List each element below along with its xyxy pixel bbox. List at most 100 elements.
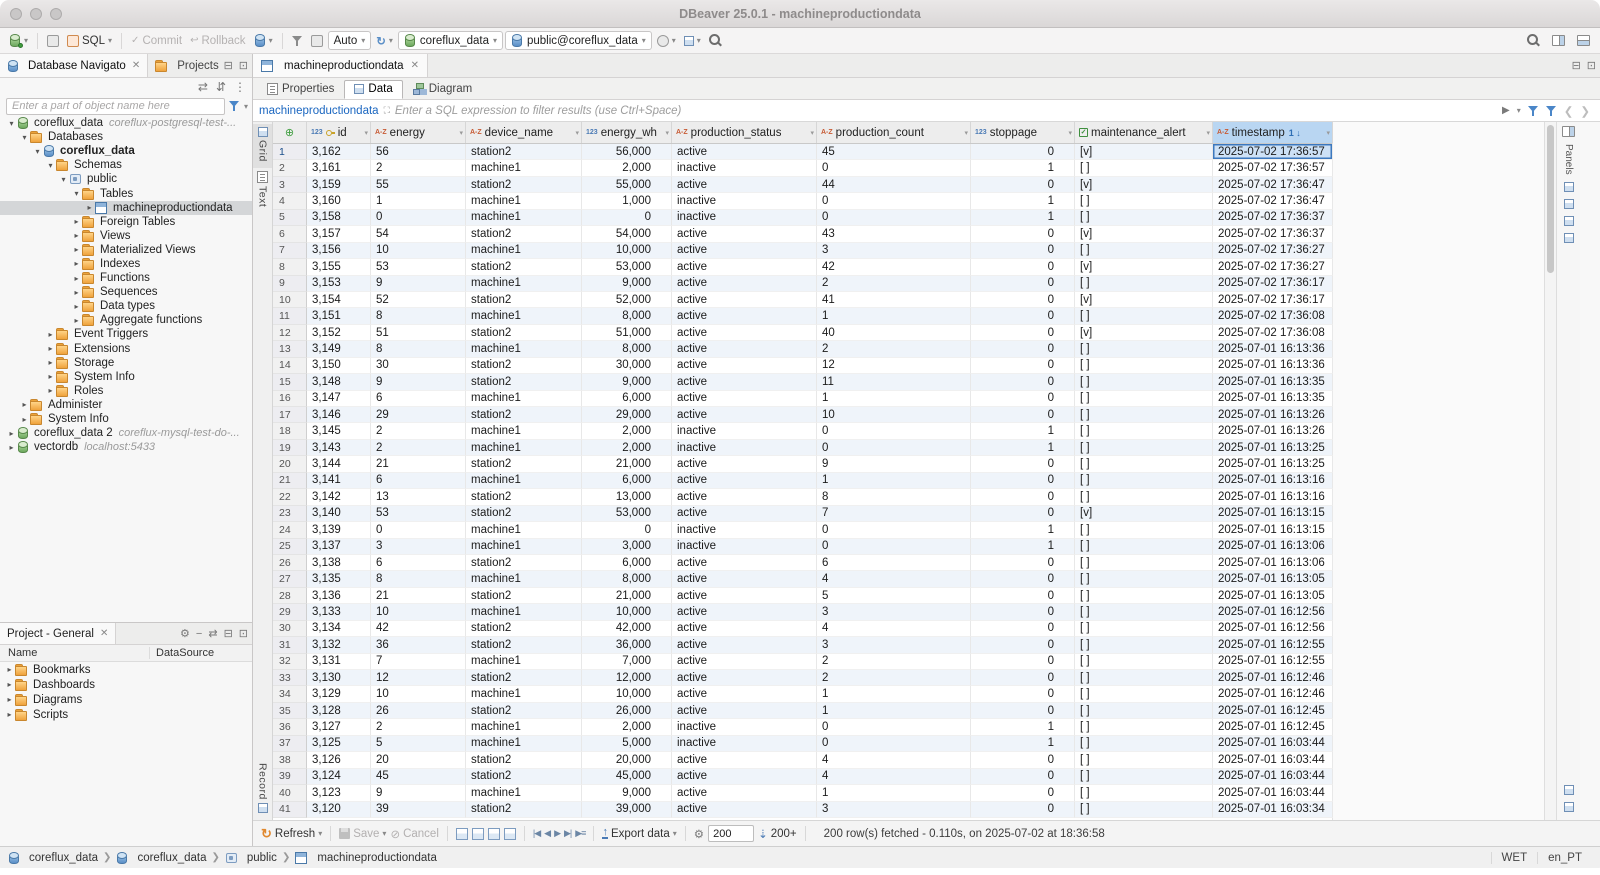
forward-icon[interactable]: ❯ <box>1580 104 1590 118</box>
cell-maintenance_alert[interactable]: [ ] <box>1075 160 1213 177</box>
cell-production_status[interactable]: inactive <box>672 439 817 457</box>
tree-item-functions[interactable]: ▸ Functions <box>0 271 252 285</box>
cell-energy_wh[interactable]: 6,000 <box>582 554 672 572</box>
cell-stoppage[interactable]: 1 <box>971 522 1075 539</box>
tree-expand-arrow-icon[interactable]: ▸ <box>4 680 15 689</box>
column-header-energy[interactable]: A-Z energy ▾ <box>371 122 466 143</box>
tree-item-event-triggers[interactable]: ▸ Event Triggers <box>0 327 252 341</box>
cell-production_status[interactable]: active <box>672 653 817 670</box>
expand-filter-icon[interactable]: ⛶ <box>384 105 390 116</box>
minimize-view-icon[interactable]: ⊟ <box>1572 59 1581 72</box>
cell-timestamp[interactable]: 2025-07-01 16:13:35 <box>1213 390 1333 407</box>
cell-energy[interactable]: 5 <box>371 735 466 753</box>
cell-timestamp[interactable]: 2025-07-01 16:13:35 <box>1213 374 1333 391</box>
row-number[interactable]: 39 <box>273 768 307 786</box>
cell-timestamp[interactable]: 2025-07-01 16:13:05 <box>1213 571 1333 588</box>
tab-data[interactable]: Data <box>344 80 403 99</box>
cell-production_status[interactable]: active <box>672 242 817 260</box>
cell-energy[interactable]: 8 <box>371 341 466 358</box>
cell-device_name[interactable]: machine1 <box>466 653 582 670</box>
cell-energy[interactable]: 8 <box>371 308 466 325</box>
cell-timestamp[interactable]: 2025-07-01 16:13:05 <box>1213 587 1333 605</box>
cell-timestamp[interactable]: 2025-07-01 16:13:06 <box>1213 554 1333 572</box>
cell-stoppage[interactable]: 0 <box>971 226 1075 243</box>
cell-maintenance_alert[interactable]: [ ] <box>1075 242 1213 260</box>
column-header-production_status[interactable]: A-Z production_status ▾ <box>672 122 817 143</box>
cell-stoppage[interactable]: 0 <box>971 291 1075 309</box>
cell-energy_wh[interactable]: 53,000 <box>582 505 672 523</box>
breadcrumb-item-public[interactable]: public <box>225 852 277 864</box>
cell-production_status[interactable]: active <box>672 554 817 572</box>
cell-device_name[interactable]: station2 <box>466 768 582 786</box>
tree-item-views[interactable]: ▸ Views <box>0 229 252 243</box>
cell-device_name[interactable]: station2 <box>466 407 582 424</box>
cell-stoppage[interactable]: 0 <box>971 686 1075 703</box>
tree-expand-arrow-icon[interactable]: ▸ <box>19 400 30 409</box>
cell-energy_wh[interactable]: 2,000 <box>582 160 672 177</box>
cell-energy[interactable]: 0 <box>371 209 466 227</box>
cell-production_status[interactable]: inactive <box>672 522 817 539</box>
cell-timestamp[interactable]: 2025-07-01 16:12:56 <box>1213 620 1333 638</box>
cell-device_name[interactable]: machine1 <box>466 719 582 736</box>
tree-item-aggregate-functions[interactable]: ▸ Aggregate functions <box>0 313 252 327</box>
cell-energy_wh[interactable]: 9,000 <box>582 374 672 391</box>
cell-energy_wh[interactable]: 21,000 <box>582 456 672 473</box>
cell-production_status[interactable]: active <box>672 620 817 638</box>
commit-mode-combo[interactable]: Auto ▾ <box>327 31 372 50</box>
row-number[interactable]: 24 <box>273 522 307 539</box>
cell-maintenance_alert[interactable]: [v] <box>1075 259 1213 276</box>
cell-energy_wh[interactable]: 13,000 <box>582 489 672 506</box>
cell-energy_wh[interactable]: 8,000 <box>582 308 672 325</box>
row-number[interactable]: 3 <box>273 176 307 194</box>
cell-device_name[interactable]: station2 <box>466 752 582 769</box>
cell-production_count[interactable]: 40 <box>817 324 971 342</box>
row-number[interactable]: 15 <box>273 374 307 391</box>
minimize-window-button[interactable] <box>30 7 42 20</box>
cell-energy[interactable]: 45 <box>371 768 466 786</box>
cell-stoppage[interactable]: 0 <box>971 702 1075 720</box>
cell-production_count[interactable]: 4 <box>817 571 971 588</box>
cell-production_count[interactable]: 0 <box>817 522 971 539</box>
maximize-view-icon[interactable]: ⊡ <box>239 627 248 640</box>
cell-production_count[interactable]: 0 <box>817 160 971 177</box>
tree-expand-arrow-icon[interactable]: ▸ <box>45 386 56 395</box>
cell-production_count[interactable]: 1 <box>817 308 971 325</box>
cell-energy[interactable]: 3 <box>371 538 466 555</box>
row-number[interactable]: 13 <box>273 341 307 358</box>
cell-stoppage[interactable]: 0 <box>971 587 1075 605</box>
cell-id[interactable]: 3,123 <box>307 785 371 802</box>
minimize-view-icon[interactable]: ⊟ <box>224 627 233 640</box>
grid-corner-button[interactable]: ⊕ <box>273 122 307 143</box>
cell-energy[interactable]: 39 <box>371 801 466 818</box>
cell-production_count[interactable]: 4 <box>817 620 971 638</box>
cell-stoppage[interactable]: 0 <box>971 374 1075 391</box>
cell-production_count[interactable]: 7 <box>817 505 971 523</box>
cell-energy_wh[interactable]: 7,000 <box>582 653 672 670</box>
close-window-button[interactable] <box>10 7 22 20</box>
cell-energy[interactable]: 21 <box>371 456 466 473</box>
collapse-all-icon[interactable]: ⇵ <box>216 80 226 94</box>
column-filter-caret-icon[interactable]: ▾ <box>1206 129 1210 137</box>
cell-stoppage[interactable]: 0 <box>971 670 1075 687</box>
cell-energy[interactable]: 53 <box>371 259 466 276</box>
cell-energy_wh[interactable]: 3,000 <box>582 538 672 555</box>
cell-stoppage[interactable]: 0 <box>971 785 1075 802</box>
link-with-editor-icon[interactable]: ⇄ <box>198 80 208 94</box>
cell-energy[interactable]: 10 <box>371 604 466 621</box>
tree-item-system-info[interactable]: ▸ System Info <box>0 412 252 426</box>
tree-expand-arrow-icon[interactable]: ▸ <box>71 245 82 254</box>
references-panel-icon[interactable] <box>1563 232 1574 243</box>
cell-production_status[interactable]: inactive <box>672 735 817 753</box>
cell-energy[interactable]: 20 <box>371 752 466 769</box>
cell-stoppage[interactable]: 1 <box>971 193 1075 210</box>
cell-production_count[interactable]: 43 <box>817 226 971 243</box>
column-header-timestamp[interactable]: A-Z timestamp 1 ↓ ▾ <box>1213 122 1333 143</box>
cell-maintenance_alert[interactable]: [ ] <box>1075 472 1213 490</box>
cell-production_status[interactable]: active <box>672 801 817 818</box>
column-header-production_count[interactable]: A-Z production_count ▾ <box>817 122 971 143</box>
cell-production_status[interactable]: active <box>672 308 817 325</box>
cell-production_status[interactable]: inactive <box>672 538 817 555</box>
tree-expand-arrow-icon[interactable]: ▸ <box>71 302 82 311</box>
grouping-panel-icon[interactable] <box>1563 198 1574 209</box>
cell-stoppage[interactable]: 0 <box>971 176 1075 194</box>
